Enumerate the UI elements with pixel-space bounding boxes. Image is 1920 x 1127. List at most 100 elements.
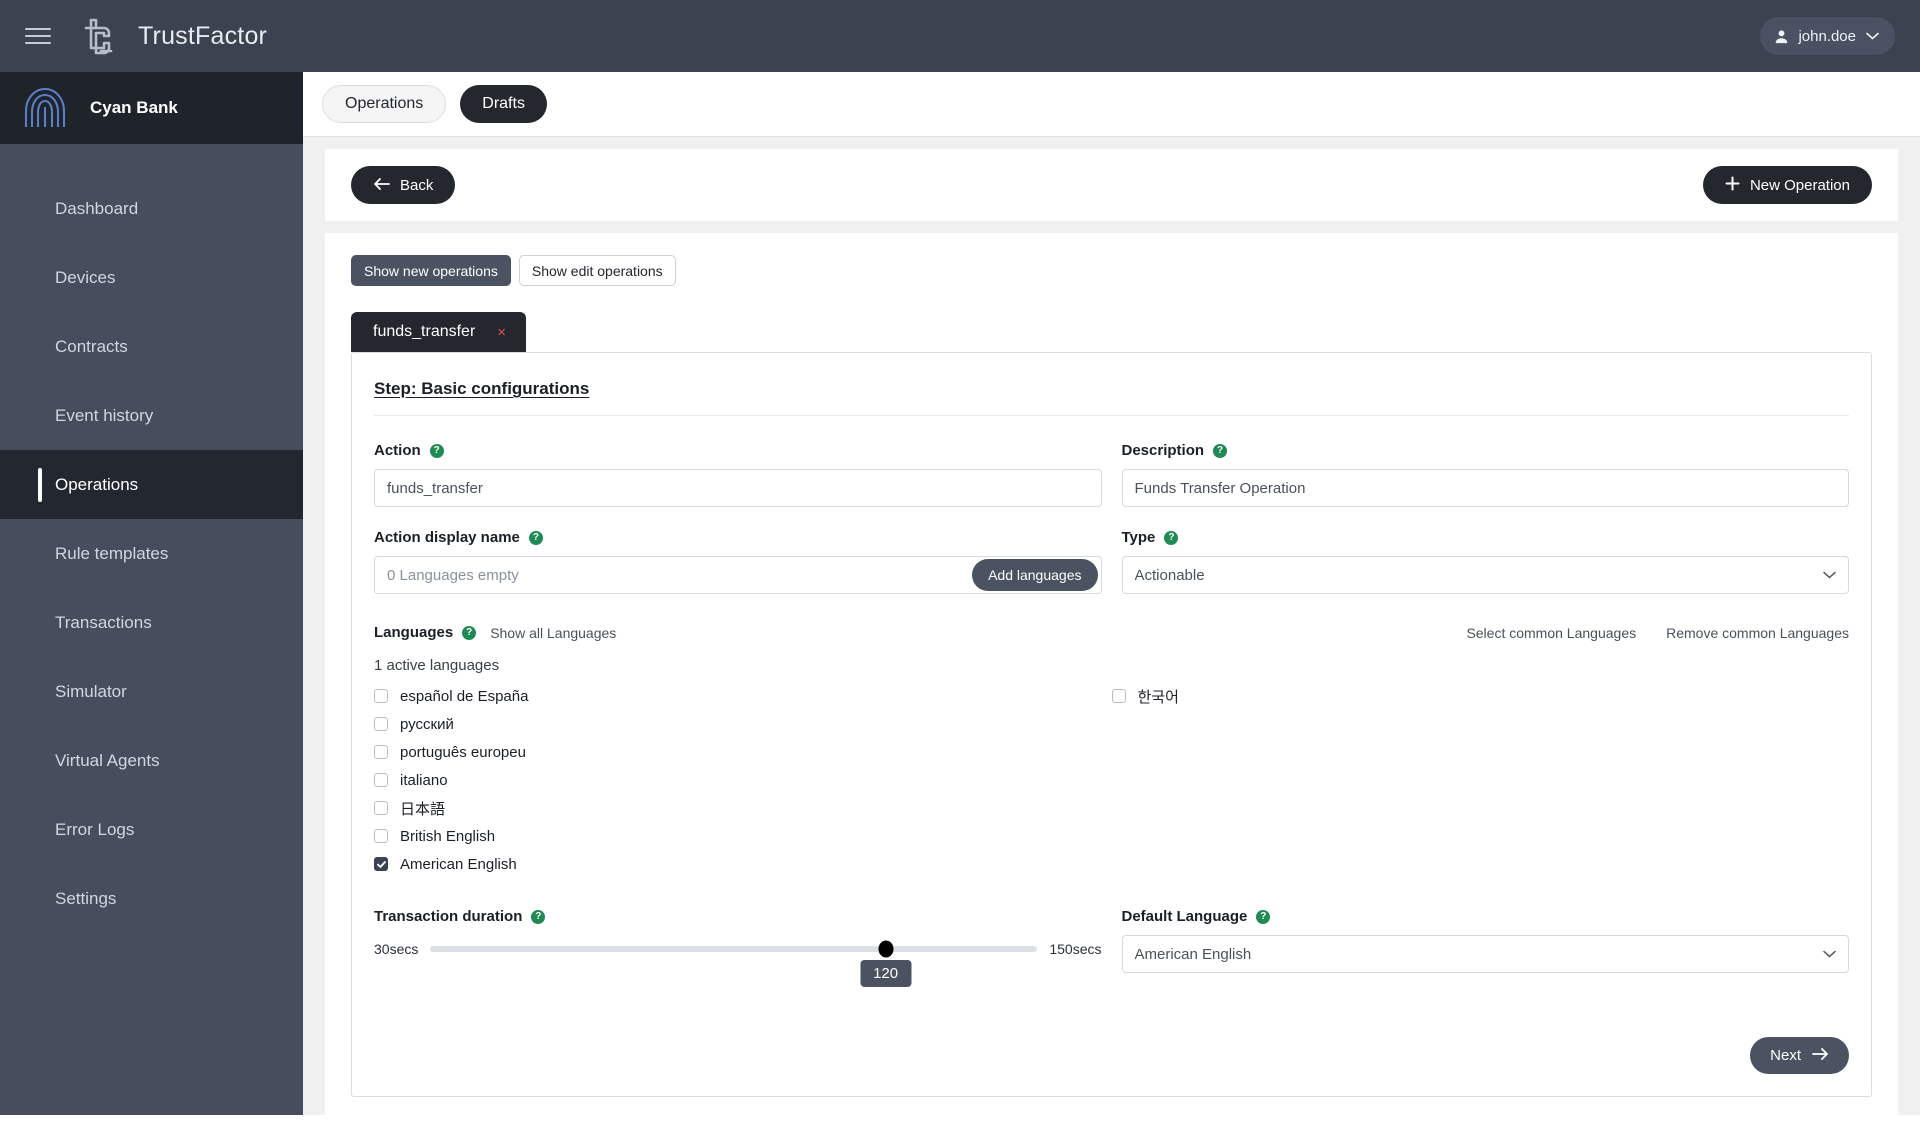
description-field-group: Description ?	[1112, 442, 1850, 507]
slider-track[interactable]: 120	[430, 940, 1038, 987]
help-icon[interactable]: ?	[1256, 909, 1271, 924]
language-option[interactable]: português europeu	[374, 738, 1112, 766]
checkbox-icon[interactable]	[374, 745, 388, 759]
language-label: русский	[400, 715, 454, 733]
checkbox-icon[interactable]	[374, 829, 388, 843]
languages-column-left: español de España русский português euro…	[374, 682, 1112, 878]
action-input[interactable]	[374, 469, 1102, 507]
close-icon[interactable]: ×	[497, 324, 506, 341]
back-button[interactable]: Back	[351, 166, 456, 204]
language-option[interactable]: American English	[374, 850, 1112, 878]
language-label: español de España	[400, 687, 529, 705]
sidebar-item-operations[interactable]: Operations	[0, 450, 303, 519]
sidebar-item-error-logs[interactable]: Error Logs	[0, 795, 303, 864]
sidebar-item-event-history[interactable]: Event history	[0, 381, 303, 450]
draft-tab-funds-transfer[interactable]: funds_transfer ×	[351, 312, 527, 352]
default-language-label: Default Language ?	[1122, 908, 1850, 925]
type-select[interactable]	[1121, 556, 1849, 594]
menu-toggle-icon[interactable]	[25, 23, 51, 49]
type-label-text: Type	[1121, 529, 1156, 546]
main-content: Operations Drafts Back New Operation Sho…	[303, 72, 1920, 1127]
user-menu[interactable]: john.doe	[1760, 17, 1895, 55]
hamburger-line	[25, 28, 51, 30]
help-icon[interactable]: ?	[429, 443, 444, 458]
add-languages-button[interactable]: Add languages	[972, 559, 1098, 591]
languages-header-left: Languages ? Show all Languages	[374, 624, 616, 641]
description-input[interactable]	[1121, 469, 1849, 507]
avatar-icon	[1774, 29, 1789, 44]
show-new-operations-button[interactable]: Show new operations	[351, 255, 511, 286]
languages-label: Languages ?	[374, 624, 477, 641]
sidebar-item-rule-templates[interactable]: Rule templates	[0, 519, 303, 588]
type-select-wrap	[1121, 556, 1849, 594]
action-label: Action ?	[374, 442, 1102, 459]
new-operation-label: New Operation	[1749, 176, 1850, 194]
help-icon[interactable]: ?	[462, 625, 477, 640]
actions-panel: Back New Operation	[325, 149, 1898, 221]
slider-max-label: 150secs	[1049, 941, 1102, 957]
default-language-label-text: Default Language	[1121, 908, 1248, 925]
sidebar-item-label: Rule templates	[55, 543, 169, 563]
type-field-group: Type ?	[1112, 529, 1849, 594]
new-operation-button[interactable]: New Operation	[1702, 166, 1872, 204]
slider-value-tooltip: 120	[860, 960, 912, 987]
checkbox-icon[interactable]	[374, 689, 388, 703]
checkbox-icon[interactable]	[374, 717, 388, 731]
help-icon[interactable]: ?	[1213, 443, 1228, 458]
actions-row: Back New Operation	[325, 149, 1898, 221]
sidebar-item-label: Error Logs	[55, 819, 135, 839]
language-option[interactable]: British English	[374, 822, 1112, 850]
sidebar-item-label: Contracts	[55, 336, 128, 356]
hamburger-line	[25, 42, 51, 44]
step-title: Step: Basic configurations	[374, 379, 590, 398]
language-option[interactable]: 日本語	[374, 794, 1112, 822]
arrow-left-icon	[373, 177, 390, 194]
operation-filter-group: Show new operations Show edit operations	[351, 255, 1872, 286]
sidebar-item-settings[interactable]: Settings	[0, 864, 303, 933]
chevron-down-icon	[1866, 32, 1879, 40]
language-label: 한국어	[1137, 688, 1179, 706]
tab-drafts[interactable]: Drafts	[460, 85, 547, 123]
slider-thumb[interactable]	[878, 940, 894, 958]
sidebar-item-virtual-agents[interactable]: Virtual Agents	[0, 726, 303, 795]
language-option[interactable]: italiano	[374, 766, 1112, 794]
transaction-duration-label: Transaction duration ?	[374, 908, 1102, 925]
arrow-right-icon	[1812, 1047, 1829, 1064]
checkbox-icon[interactable]	[374, 801, 388, 815]
form-row-2: Action display name ? Add languages Type…	[374, 529, 1849, 594]
language-option[interactable]: русский	[374, 710, 1112, 738]
next-button[interactable]: Next	[1750, 1037, 1849, 1074]
checkbox-icon[interactable]	[374, 857, 388, 871]
transaction-duration-label-text: Transaction duration	[374, 908, 523, 925]
sidebar-item-contracts[interactable]: Contracts	[0, 312, 303, 381]
next-button-label: Next	[1770, 1047, 1801, 1064]
languages-column-right: 한국어	[1111, 682, 1850, 878]
checkbox-icon[interactable]	[374, 773, 388, 787]
sidebar-item-transactions[interactable]: Transactions	[0, 588, 303, 657]
show-all-languages-link[interactable]: Show all Languages	[490, 625, 616, 641]
language-label: British English	[400, 827, 496, 845]
sidebar-item-label: Virtual Agents	[55, 750, 160, 770]
action-display-name-input-wrap: Add languages	[374, 556, 1102, 594]
help-icon[interactable]: ?	[1164, 530, 1179, 545]
select-common-languages-link[interactable]: Select common Languages	[1466, 625, 1636, 641]
help-icon[interactable]: ?	[531, 909, 546, 924]
show-edit-operations-button[interactable]: Show edit operations	[518, 255, 676, 286]
help-icon[interactable]: ?	[528, 530, 543, 545]
sidebar-item-dashboard[interactable]: Dashboard	[0, 174, 303, 243]
sidebar-item-label: Devices	[55, 267, 116, 287]
drafts-panel: Show new operations Show edit operations…	[325, 233, 1898, 1127]
checkbox-icon[interactable]	[1111, 689, 1126, 703]
default-language-select[interactable]	[1121, 935, 1849, 973]
sidebar-item-simulator[interactable]: Simulator	[0, 657, 303, 726]
action-display-name-group: Action display name ? Add languages	[374, 529, 1112, 594]
language-option[interactable]: 한국어	[1111, 682, 1850, 710]
sidebar-item-devices[interactable]: Devices	[0, 243, 303, 312]
org-name: Cyan Bank	[90, 98, 178, 117]
description-label: Description ?	[1122, 442, 1850, 459]
default-language-group: Default Language ?	[1112, 908, 1850, 973]
language-option[interactable]: español de España	[374, 682, 1112, 710]
tab-operations[interactable]: Operations	[322, 85, 447, 123]
remove-common-languages-link[interactable]: Remove common Languages	[1666, 625, 1849, 641]
